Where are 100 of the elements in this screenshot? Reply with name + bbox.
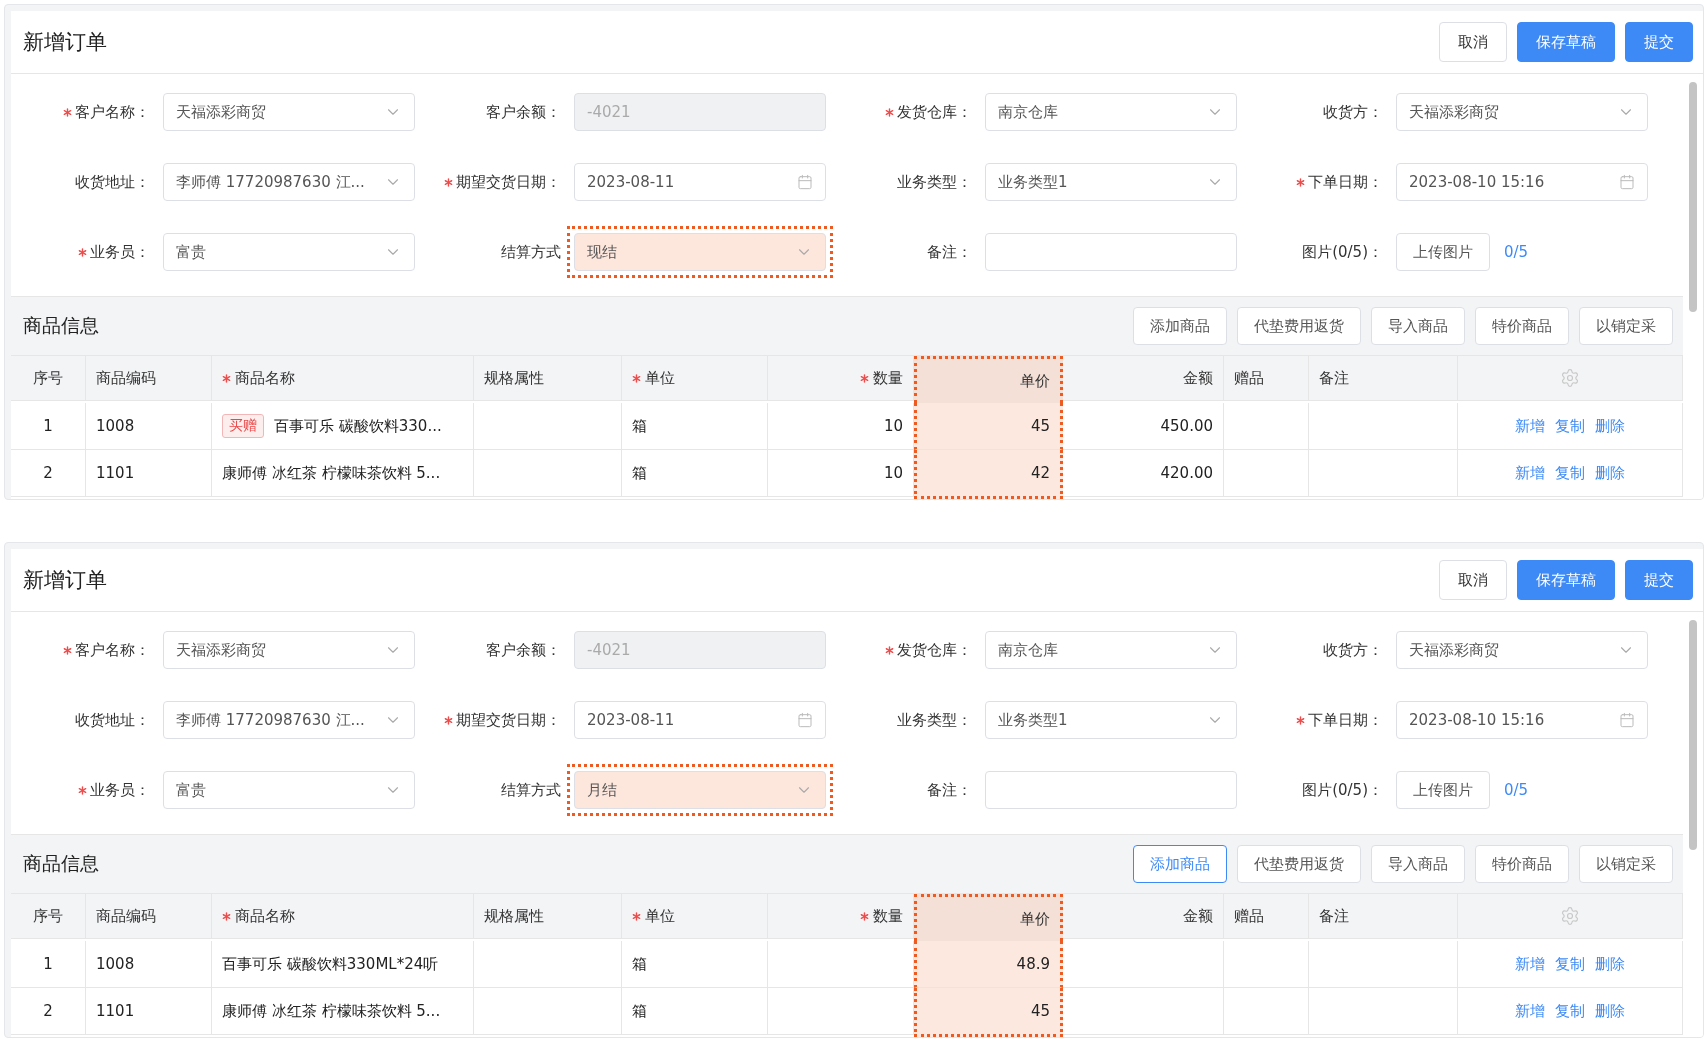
field-label: 下单日期： <box>1308 172 1383 192</box>
table-cell: 百事可乐 碳酸饮料330ML*24听 <box>212 941 474 988</box>
select-field[interactable]: 现结 <box>574 233 826 271</box>
select-field[interactable]: 天福添彩商贸 <box>163 93 415 131</box>
action-button[interactable]: 取消 <box>1439 560 1507 600</box>
row-action-link[interactable]: 复制 <box>1555 463 1585 483</box>
toolbar-button[interactable]: 以销定采 <box>1579 845 1673 883</box>
column-header: 金额 <box>1063 356 1224 401</box>
column-header: 金额 <box>1063 894 1224 939</box>
table-cell: 箱 <box>622 403 768 450</box>
table-cell: 1 <box>11 941 86 988</box>
table-cell: 百事可乐 碳酸饮料330... <box>274 416 442 436</box>
column-header: 数量 <box>768 894 914 939</box>
field-label: 客户名称： <box>75 640 150 660</box>
date-field[interactable]: 2023-08-10 15:16 <box>1396 701 1648 739</box>
toolbar-button[interactable]: 特价商品 <box>1475 845 1569 883</box>
required-icon <box>444 177 453 187</box>
table-cell: 2 <box>11 988 86 1035</box>
field-label: 图片(0/5)： <box>1302 780 1383 800</box>
select-field[interactable]: 李师傅 17720987630 江... <box>163 163 415 201</box>
select-field[interactable]: 南京仓库 <box>985 93 1237 131</box>
date-field[interactable]: 2023-08-10 15:16 <box>1396 163 1648 201</box>
toolbar-button[interactable]: 导入商品 <box>1371 307 1465 345</box>
column-header: 单价 <box>914 356 1063 403</box>
select-field[interactable]: 天福添彩商贸 <box>1396 631 1648 669</box>
field-label: 业务类型： <box>897 710 972 730</box>
column-header: 序号 <box>11 894 86 939</box>
table-cell: 1101 <box>86 988 212 1035</box>
table-cell: 10 <box>768 403 914 450</box>
row-action-link[interactable]: 复制 <box>1555 954 1585 974</box>
select-field[interactable]: 月结 <box>574 771 826 809</box>
row-action-link[interactable]: 新增 <box>1515 1001 1545 1021</box>
field-label: 业务员： <box>90 780 150 800</box>
upload-button[interactable]: 上传图片 <box>1396 771 1490 809</box>
row-action-link[interactable]: 复制 <box>1555 1001 1585 1021</box>
toolbar-button[interactable]: 代垫费用返货 <box>1237 845 1361 883</box>
row-action-link[interactable]: 删除 <box>1595 463 1625 483</box>
table-cell: 1008 <box>86 403 212 450</box>
row-action-link[interactable]: 删除 <box>1595 954 1625 974</box>
table-cell: 箱 <box>622 450 768 497</box>
row-action-link[interactable]: 删除 <box>1595 1001 1625 1021</box>
field-label: 发货仓库： <box>897 102 972 122</box>
table-cell: 2 <box>11 450 86 497</box>
row-action-link[interactable]: 新增 <box>1515 954 1545 974</box>
section-title: 商品信息 <box>23 313 99 338</box>
column-header: 赠品 <box>1224 894 1309 939</box>
row-action-link[interactable]: 新增 <box>1515 416 1545 436</box>
select-field[interactable]: 富贵 <box>163 233 415 271</box>
toolbar-button[interactable]: 特价商品 <box>1475 307 1569 345</box>
toolbar-button[interactable]: 添加商品 <box>1133 307 1227 345</box>
required-icon <box>222 373 231 383</box>
settings-icon[interactable] <box>1560 368 1580 388</box>
section-title: 商品信息 <box>23 851 99 876</box>
select-field[interactable]: 南京仓库 <box>985 631 1237 669</box>
column-header: 商品名称 <box>212 894 474 939</box>
input-field[interactable] <box>985 233 1237 271</box>
table-cell: 450.00 <box>1063 403 1224 450</box>
field-label: 结算方式 <box>501 242 561 262</box>
settings-icon[interactable] <box>1560 906 1580 926</box>
page-title: 新增订单 <box>23 567 107 594</box>
required-icon <box>632 911 641 921</box>
column-header: 数量 <box>768 356 914 401</box>
table-cell: 箱 <box>622 988 768 1035</box>
select-field[interactable]: 富贵 <box>163 771 415 809</box>
scrollbar-thumb[interactable] <box>1689 82 1697 312</box>
required-icon <box>632 373 641 383</box>
required-icon <box>78 247 87 257</box>
toolbar-button[interactable]: 导入商品 <box>1371 845 1465 883</box>
select-field[interactable]: 业务类型1 <box>985 701 1237 739</box>
date-field[interactable]: 2023-08-11 <box>574 163 826 201</box>
table-cell: 42 <box>914 450 1063 499</box>
select-field[interactable]: 业务类型1 <box>985 163 1237 201</box>
field-label: 下单日期： <box>1308 710 1383 730</box>
input-field[interactable] <box>985 771 1237 809</box>
required-icon <box>1296 177 1305 187</box>
table-cell: 45 <box>914 403 1063 450</box>
required-icon <box>885 645 894 655</box>
toolbar-button[interactable]: 以销定采 <box>1579 307 1673 345</box>
row-action-link[interactable]: 复制 <box>1555 416 1585 436</box>
field-label: 期望交货日期： <box>456 710 561 730</box>
table-cell: 康师傅 冰红茶 柠檬味茶饮料 5... <box>212 988 474 1035</box>
row-action-link[interactable]: 删除 <box>1595 416 1625 436</box>
column-header: 单位 <box>622 894 768 939</box>
select-field[interactable]: 李师傅 17720987630 江... <box>163 701 415 739</box>
select-field[interactable]: 天福添彩商贸 <box>1396 93 1648 131</box>
toolbar-button[interactable]: 添加商品 <box>1133 845 1227 883</box>
scrollbar-thumb[interactable] <box>1689 620 1697 850</box>
select-field[interactable]: 天福添彩商贸 <box>163 631 415 669</box>
action-button[interactable]: 取消 <box>1439 22 1507 62</box>
promo-tag: 买赠 <box>222 414 264 438</box>
toolbar-button[interactable]: 代垫费用返货 <box>1237 307 1361 345</box>
upload-button[interactable]: 上传图片 <box>1396 233 1490 271</box>
row-action-link[interactable]: 新增 <box>1515 463 1545 483</box>
field-label: 客户余额： <box>486 640 561 660</box>
column-header: 规格属性 <box>474 894 622 939</box>
upload-count: 0/5 <box>1504 781 1529 799</box>
field-label: 备注： <box>927 780 972 800</box>
calendar-icon <box>1619 712 1635 728</box>
column-header: 规格属性 <box>474 356 622 401</box>
date-field[interactable]: 2023-08-11 <box>574 701 826 739</box>
